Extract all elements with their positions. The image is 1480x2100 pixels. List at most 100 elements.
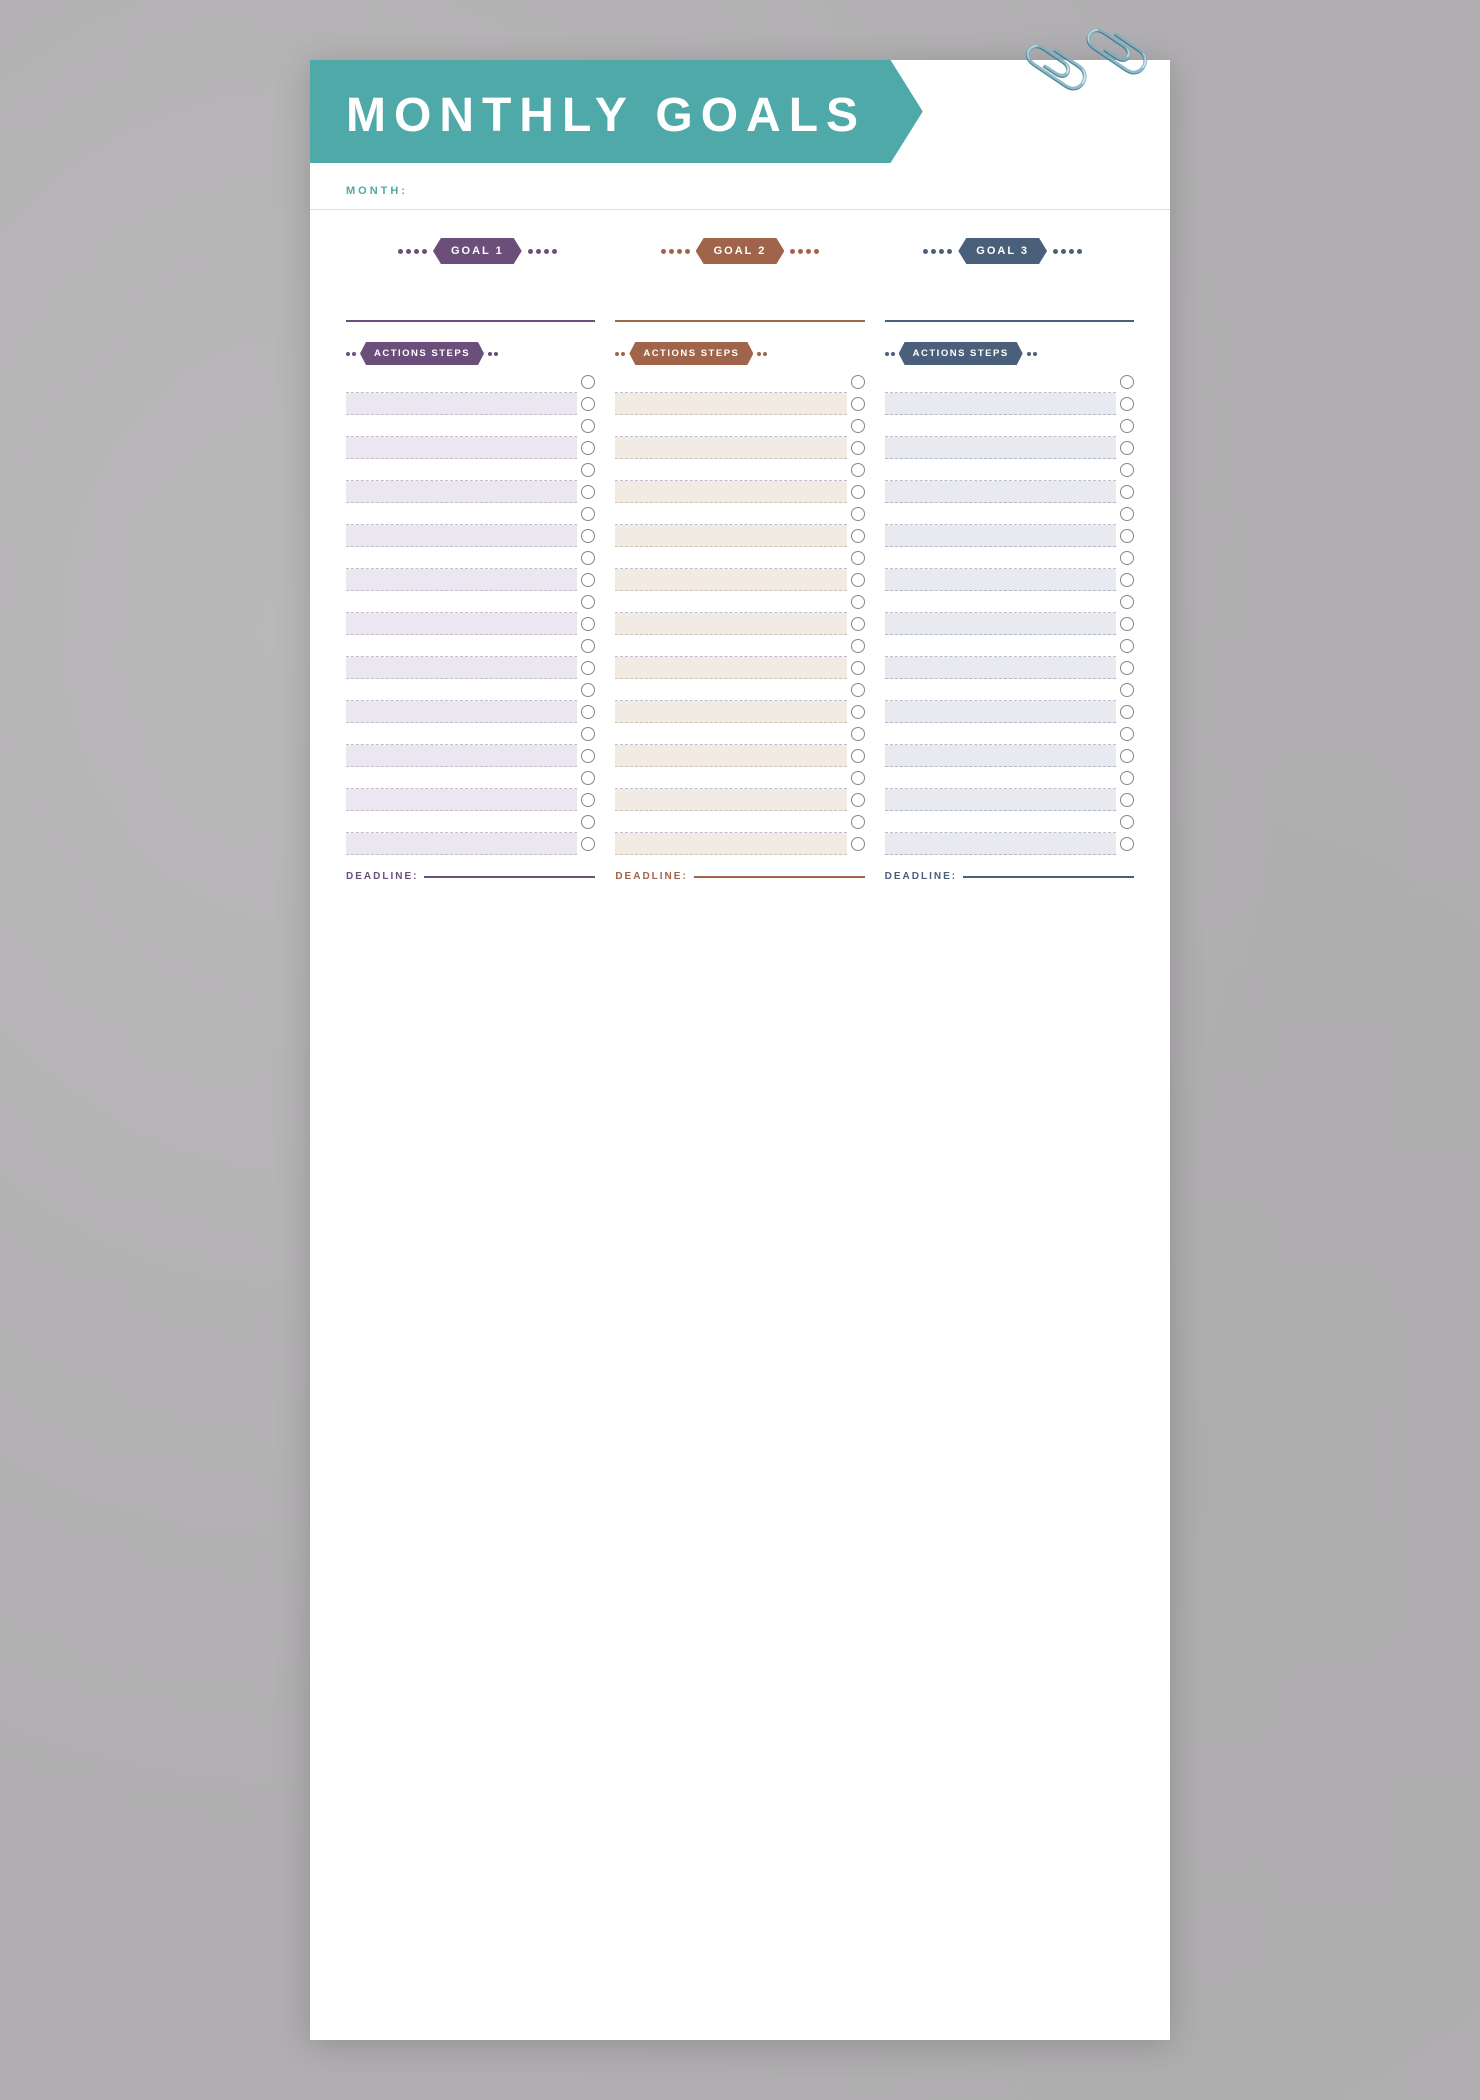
step-line[interactable]: [885, 723, 1116, 745]
step-line[interactable]: [615, 635, 846, 657]
step-line[interactable]: [885, 613, 1116, 635]
step-circle[interactable]: [581, 727, 595, 741]
goal-3-input[interactable]: [885, 282, 1134, 322]
step-circle[interactable]: [581, 815, 595, 829]
step-line[interactable]: [885, 767, 1116, 789]
step-line[interactable]: [885, 789, 1116, 811]
step-circle[interactable]: [1120, 661, 1134, 675]
step-circle[interactable]: [1120, 463, 1134, 477]
step-circle[interactable]: [1120, 793, 1134, 807]
step-line[interactable]: [346, 635, 577, 657]
step-circle[interactable]: [581, 749, 595, 763]
step-line[interactable]: [885, 591, 1116, 613]
step-line[interactable]: [615, 547, 846, 569]
step-line[interactable]: [885, 701, 1116, 723]
step-circle[interactable]: [581, 441, 595, 455]
step-circle[interactable]: [851, 573, 865, 587]
step-line[interactable]: [615, 767, 846, 789]
step-circle[interactable]: [1120, 375, 1134, 389]
step-line[interactable]: [346, 591, 577, 613]
step-line[interactable]: [346, 657, 577, 679]
step-circle[interactable]: [1120, 705, 1134, 719]
step-circle[interactable]: [851, 683, 865, 697]
step-line[interactable]: [615, 415, 846, 437]
step-circle[interactable]: [581, 507, 595, 521]
step-circle[interactable]: [851, 837, 865, 851]
step-circle[interactable]: [581, 837, 595, 851]
step-circle[interactable]: [851, 617, 865, 631]
step-line[interactable]: [885, 503, 1116, 525]
step-circle[interactable]: [851, 661, 865, 675]
step-line[interactable]: [885, 415, 1116, 437]
step-line[interactable]: [346, 437, 577, 459]
step-line[interactable]: [885, 745, 1116, 767]
step-line[interactable]: [346, 459, 577, 481]
step-line[interactable]: [615, 701, 846, 723]
step-circle[interactable]: [1120, 529, 1134, 543]
step-line[interactable]: [885, 481, 1116, 503]
step-circle[interactable]: [1120, 397, 1134, 411]
step-circle[interactable]: [581, 617, 595, 631]
step-line[interactable]: [346, 679, 577, 701]
step-line[interactable]: [615, 371, 846, 393]
step-circle[interactable]: [581, 529, 595, 543]
step-circle[interactable]: [1120, 771, 1134, 785]
step-circle[interactable]: [581, 485, 595, 499]
step-line[interactable]: [615, 459, 846, 481]
step-circle[interactable]: [851, 485, 865, 499]
step-line[interactable]: [885, 459, 1116, 481]
step-line[interactable]: [615, 437, 846, 459]
step-circle[interactable]: [581, 661, 595, 675]
goal-2-input[interactable]: [615, 282, 864, 322]
step-line[interactable]: [885, 811, 1116, 833]
step-circle[interactable]: [1120, 837, 1134, 851]
step-line[interactable]: [615, 811, 846, 833]
step-line[interactable]: [346, 767, 577, 789]
step-circle[interactable]: [851, 793, 865, 807]
step-circle[interactable]: [1120, 815, 1134, 829]
step-circle[interactable]: [1120, 639, 1134, 653]
step-circle[interactable]: [851, 639, 865, 653]
step-circle[interactable]: [851, 375, 865, 389]
step-line[interactable]: [615, 525, 846, 547]
step-circle[interactable]: [581, 375, 595, 389]
step-line[interactable]: [346, 613, 577, 635]
step-circle[interactable]: [581, 573, 595, 587]
step-line[interactable]: [885, 569, 1116, 591]
step-line[interactable]: [615, 503, 846, 525]
step-line[interactable]: [615, 833, 846, 855]
step-circle[interactable]: [851, 815, 865, 829]
step-circle[interactable]: [581, 419, 595, 433]
step-line[interactable]: [615, 591, 846, 613]
step-line[interactable]: [885, 833, 1116, 855]
step-line[interactable]: [615, 657, 846, 679]
step-line[interactable]: [346, 833, 577, 855]
step-circle[interactable]: [1120, 595, 1134, 609]
step-line[interactable]: [615, 679, 846, 701]
step-line[interactable]: [885, 525, 1116, 547]
step-circle[interactable]: [581, 771, 595, 785]
step-line[interactable]: [885, 371, 1116, 393]
step-line[interactable]: [615, 745, 846, 767]
step-circle[interactable]: [581, 595, 595, 609]
step-line[interactable]: [346, 569, 577, 591]
step-line[interactable]: [615, 789, 846, 811]
step-circle[interactable]: [1120, 727, 1134, 741]
step-circle[interactable]: [1120, 507, 1134, 521]
step-line[interactable]: [615, 723, 846, 745]
step-circle[interactable]: [851, 771, 865, 785]
step-circle[interactable]: [1120, 683, 1134, 697]
step-line[interactable]: [346, 701, 577, 723]
step-circle[interactable]: [851, 463, 865, 477]
step-line[interactable]: [346, 723, 577, 745]
step-line[interactable]: [346, 525, 577, 547]
step-line[interactable]: [615, 393, 846, 415]
step-circle[interactable]: [1120, 617, 1134, 631]
step-line[interactable]: [346, 371, 577, 393]
step-circle[interactable]: [1120, 749, 1134, 763]
step-line[interactable]: [615, 481, 846, 503]
step-line[interactable]: [885, 437, 1116, 459]
step-circle[interactable]: [581, 463, 595, 477]
step-circle[interactable]: [581, 793, 595, 807]
goal-1-input[interactable]: [346, 282, 595, 322]
